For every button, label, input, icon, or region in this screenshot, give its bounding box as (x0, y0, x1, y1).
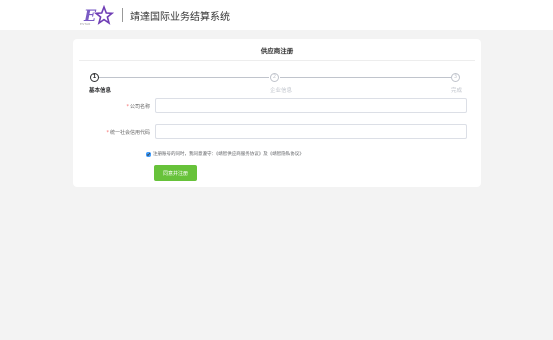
required-asterisk: * (106, 130, 109, 136)
company-name-label-text: 公司名称 (129, 104, 150, 110)
step-1-label: 基本信息 (89, 88, 112, 94)
credit-code-label-text: 统一社会信用代码 (109, 130, 150, 136)
step-connector-1 (99, 77, 269, 78)
system-title: 靖達国际业务结算系统 (130, 12, 230, 23)
credit-code-label: *统一社会信用代码 (80, 129, 150, 136)
step-connector-2 (280, 77, 451, 78)
credit-code-input[interactable] (155, 124, 467, 139)
step-3-icon: 3 (451, 73, 460, 82)
agreement-text: 注册账号的同时，我同意遵守： (153, 152, 216, 157)
header-divider (122, 8, 123, 22)
step-2-icon: 2 (270, 73, 279, 82)
step-3-label: 完成 (451, 88, 463, 94)
required-asterisk: * (126, 104, 129, 110)
page-title: 供应商注册 (260, 47, 294, 55)
service-agreement-link[interactable]: 《靖智供应商服务协议》 (216, 152, 263, 157)
company-name-input[interactable] (155, 98, 467, 113)
agreement-checkbox[interactable] (146, 151, 151, 157)
step-1-icon: 1 (90, 73, 99, 82)
top-header: E ESTAR 靖達国际业务结算系统 (0, 0, 553, 30)
title-divider (79, 60, 475, 61)
step-2-label: 企业信息 (270, 88, 293, 94)
privacy-agreement-link[interactable]: 《靖智隐私协议》 (268, 152, 304, 157)
agreement-row: 注册账号的同时，我同意遵守：《靖智供应商服务协议》及《靖智隐私协议》 (146, 151, 304, 158)
company-name-label: *公司名称 (80, 103, 150, 110)
registration-card: 供应商注册 (73, 39, 481, 187)
agree-and-register-button[interactable]: 同意并注册 (154, 165, 197, 181)
logo-caption: ESTAR (80, 22, 91, 26)
